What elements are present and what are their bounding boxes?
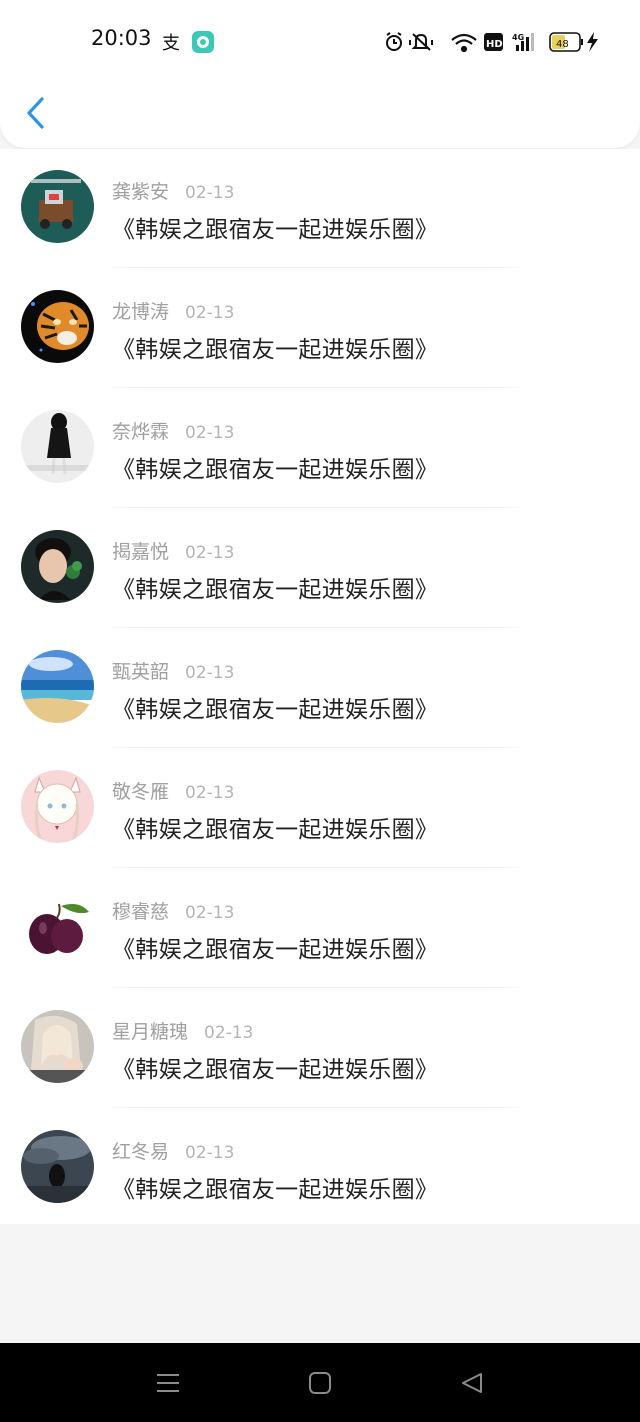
alarm-icon	[386, 32, 402, 51]
avatar[interactable]	[21, 890, 94, 963]
message-date: 02-13	[204, 1023, 254, 1043]
selfie-girl-avatar-image	[21, 1010, 94, 1083]
avatar[interactable]	[21, 410, 94, 483]
avatar[interactable]	[21, 530, 94, 603]
anime-cat-girl-avatar-image	[21, 770, 94, 843]
list-item[interactable]: 揭嘉悦 02-13 《韩娱之跟宿友一起进娱乐圈》	[0, 509, 640, 629]
username: 星月糖瑰	[112, 1021, 189, 1043]
message-date: 02-13	[185, 303, 235, 323]
svg-text:HD: HD	[486, 39, 503, 50]
list-item[interactable]: 龚紫安 02-13 《韩娱之跟宿友一起进娱乐圈》	[0, 149, 640, 269]
machine-avatar-image	[21, 170, 94, 243]
message-date: 02-13	[185, 423, 235, 443]
avatar[interactable]	[21, 1010, 94, 1083]
beach-avatar-image	[21, 650, 94, 723]
menu-icon	[157, 1374, 179, 1392]
message-list: 龚紫安 02-13 《韩娱之跟宿友一起进娱乐圈》 龙博涛 02-13 《韩娱之跟宿友…	[0, 149, 640, 1224]
message-text: 《韩娱之跟宿友一起进娱乐圈》	[112, 577, 439, 603]
avatar[interactable]	[21, 770, 94, 843]
alipay-icon: 支	[162, 33, 180, 54]
list-item[interactable]: 星月糖瑰 02-13 《韩娱之跟宿友一起进娱乐圈》	[0, 989, 640, 1109]
dark-sky-avatar-image	[21, 1130, 94, 1203]
girl-sketch-avatar-image	[21, 410, 94, 483]
avatar[interactable]	[21, 290, 94, 363]
battery-icon: 48	[549, 32, 583, 52]
divider	[100, 507, 530, 508]
list-item[interactable]: 甄英韶 02-13 《韩娱之跟宿友一起进娱乐圈》	[0, 629, 640, 749]
message-app-icon	[192, 31, 214, 53]
message-date: 02-13	[185, 1143, 235, 1163]
divider	[100, 747, 530, 748]
username: 奈烨霖	[112, 421, 170, 443]
divider	[100, 987, 530, 988]
username: 甄英韶	[112, 661, 170, 683]
avatar[interactable]	[21, 650, 94, 723]
back-nav-button[interactable]	[458, 1369, 486, 1397]
message-text: 《韩娱之跟宿友一起进娱乐圈》	[112, 1177, 439, 1203]
battery-level: 48	[556, 39, 569, 50]
username: 龚紫安	[112, 181, 170, 203]
username: 龙博涛	[112, 301, 170, 323]
username: 穆睿慈	[112, 901, 170, 923]
message-date: 02-13	[185, 543, 235, 563]
mute-vibrate-icon	[409, 33, 433, 51]
svg-text:4G: 4G	[512, 33, 524, 42]
message-date: 02-13	[185, 903, 235, 923]
message-date: 02-13	[185, 183, 235, 203]
list-item[interactable]: 穆睿慈 02-13 《韩娱之跟宿友一起进娱乐圈》	[0, 869, 640, 989]
status-indicators: HD 4G 48	[384, 30, 604, 58]
list-item[interactable]: 红冬易 02-13 《韩娱之跟宿友一起进娱乐圈》	[0, 1109, 640, 1229]
charging-icon	[587, 32, 598, 52]
plum-avatar-image	[21, 890, 94, 963]
avatar[interactable]	[21, 170, 94, 243]
status-time: 20:03	[91, 26, 152, 50]
message-date: 02-13	[185, 663, 235, 683]
svg-text:支: 支	[162, 33, 180, 54]
message-date: 02-13	[185, 783, 235, 803]
home-square-icon	[309, 1372, 331, 1394]
message-text: 《韩娱之跟宿友一起进娱乐圈》	[112, 337, 439, 363]
username: 红冬易	[112, 1141, 170, 1163]
home-button[interactable]	[306, 1369, 334, 1397]
menu-button[interactable]	[154, 1369, 182, 1397]
message-text: 《韩娱之跟宿友一起进娱乐圈》	[112, 217, 439, 243]
username: 揭嘉悦	[112, 541, 170, 563]
header: 20:03 支 HD 4G 48	[0, 0, 640, 148]
system-nav-bar	[0, 1343, 640, 1422]
tiger-avatar-image	[21, 290, 94, 363]
message-text: 《韩娱之跟宿友一起进娱乐圈》	[112, 697, 439, 723]
back-button[interactable]	[20, 94, 50, 132]
back-triangle-icon	[462, 1373, 482, 1393]
hd-icon: HD	[484, 33, 503, 51]
divider	[100, 627, 530, 628]
young-man-avatar-image	[21, 530, 94, 603]
list-item[interactable]: 龙博涛 02-13 《韩娱之跟宿友一起进娱乐圈》	[0, 269, 640, 389]
message-text: 《韩娱之跟宿友一起进娱乐圈》	[112, 937, 439, 963]
username: 敬冬雁	[112, 781, 170, 803]
chevron-left-icon	[27, 97, 44, 129]
divider	[100, 267, 530, 268]
message-text: 《韩娱之跟宿友一起进娱乐圈》	[112, 817, 439, 843]
divider	[100, 387, 530, 388]
list-item[interactable]: 奈烨霖 02-13 《韩娱之跟宿友一起进娱乐圈》	[0, 389, 640, 509]
message-text: 《韩娱之跟宿友一起进娱乐圈》	[112, 457, 439, 483]
divider	[100, 1107, 530, 1108]
status-app-icons: 支	[162, 30, 218, 58]
list-item[interactable]: 敬冬雁 02-13 《韩娱之跟宿友一起进娱乐圈》	[0, 749, 640, 869]
wifi-icon	[451, 33, 477, 53]
signal-4g-icon: 4G	[512, 33, 534, 51]
divider	[100, 867, 530, 868]
avatar[interactable]	[21, 1130, 94, 1203]
message-text: 《韩娱之跟宿友一起进娱乐圈》	[112, 1057, 439, 1083]
